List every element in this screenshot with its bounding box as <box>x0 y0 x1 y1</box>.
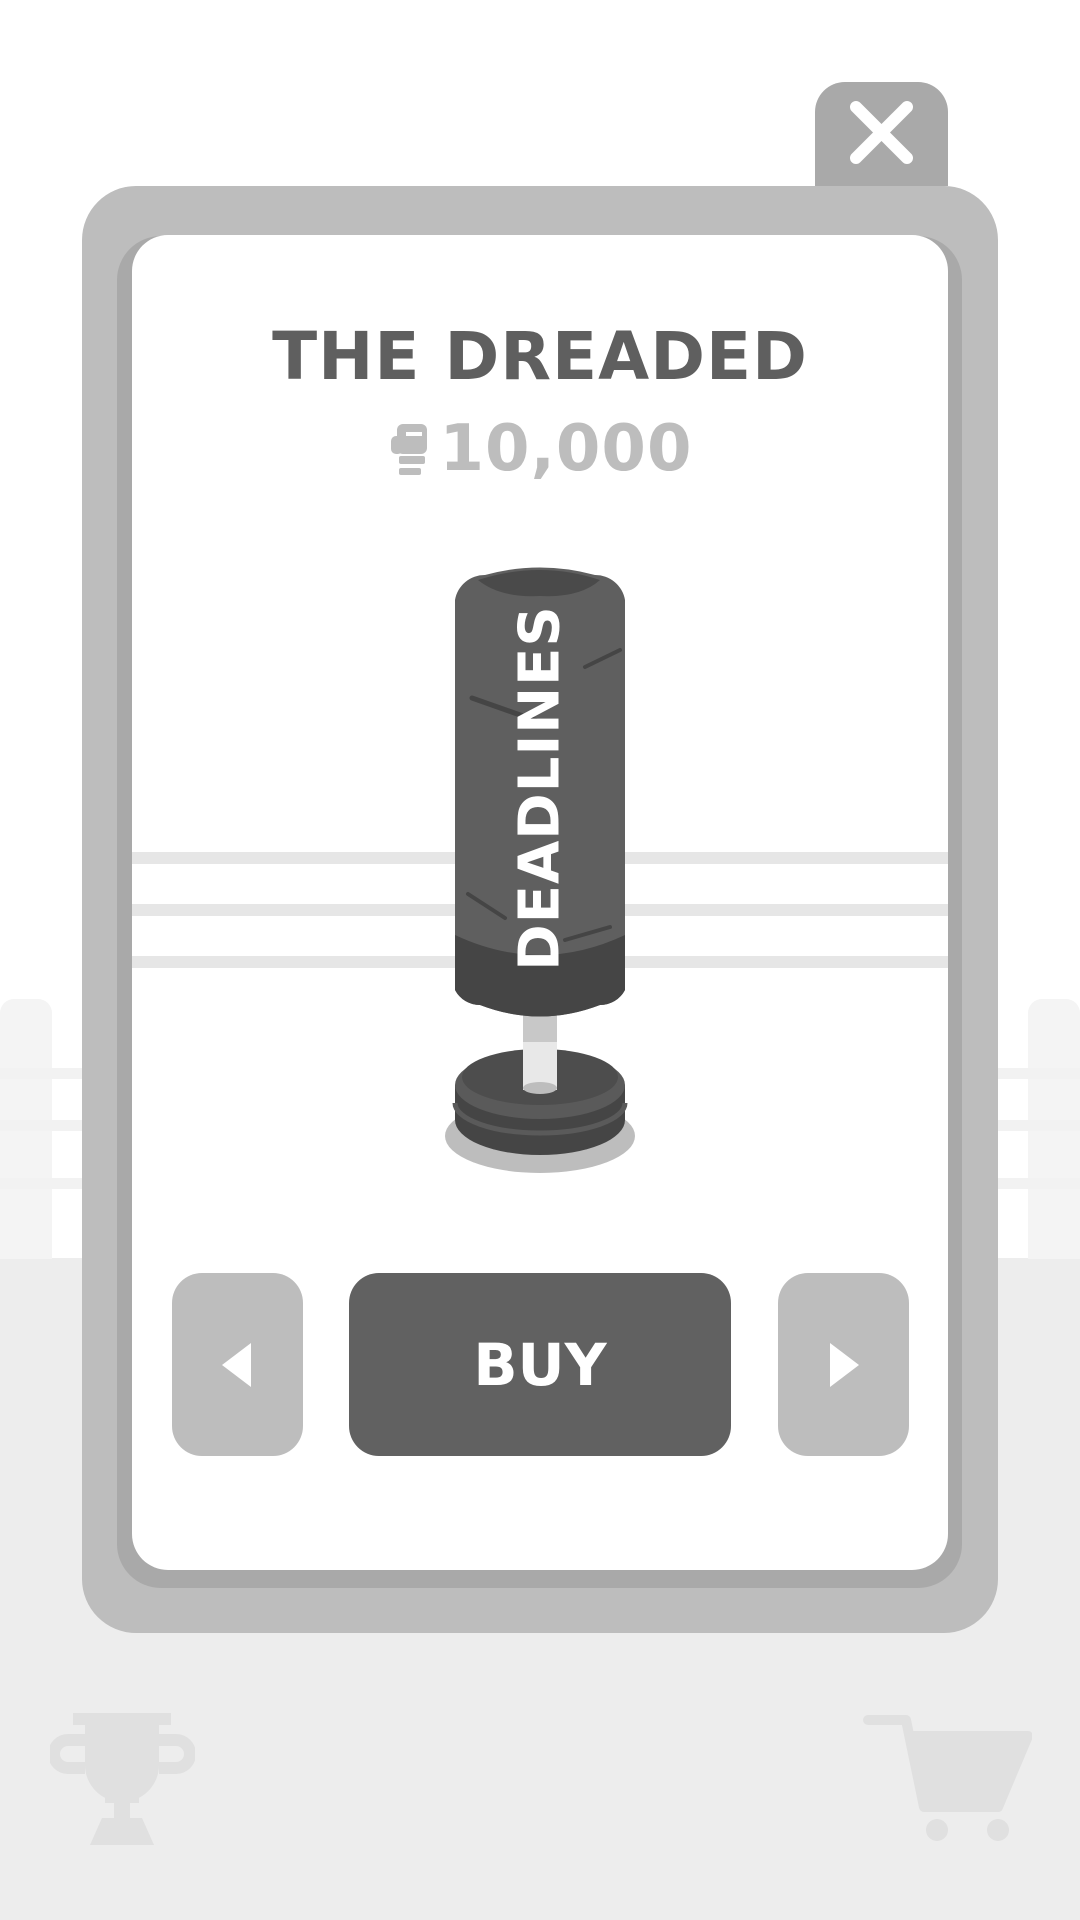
shop-screen: THE DREADED 10,000 DEADLINES BUY <box>0 0 1080 1920</box>
buy-button[interactable]: BUY <box>349 1273 731 1456</box>
previous-item-button[interactable] <box>172 1273 303 1456</box>
next-item-button[interactable] <box>778 1273 909 1456</box>
triangle-right-icon <box>830 1343 859 1387</box>
bag-label: DEADLINES <box>507 605 573 971</box>
buy-label: BUY <box>473 1330 607 1399</box>
triangle-left-icon <box>222 1343 251 1387</box>
